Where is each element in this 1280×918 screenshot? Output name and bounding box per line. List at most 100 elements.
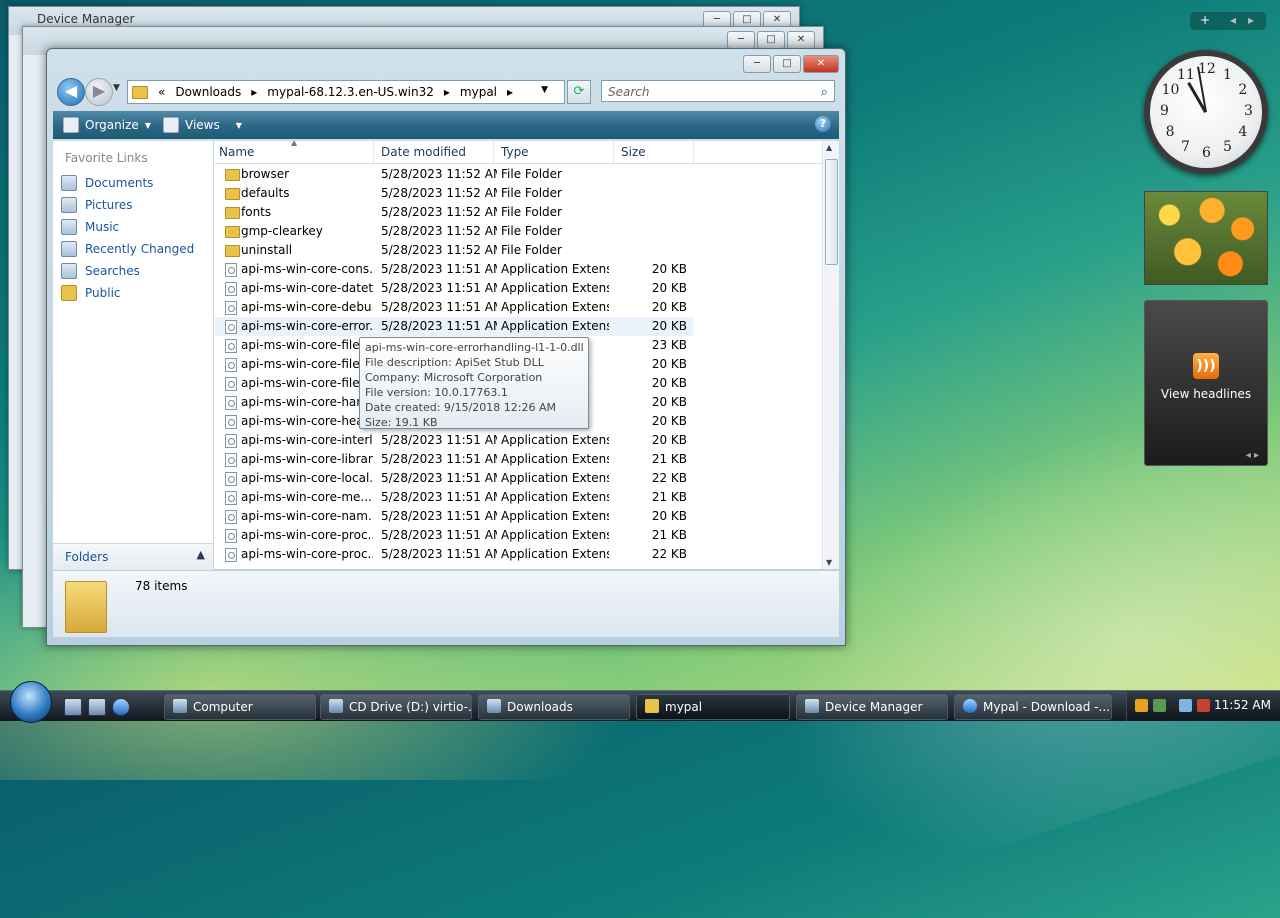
back-button[interactable]: ◀	[57, 78, 85, 106]
tooltip-size: Size: 19.1 KB	[365, 416, 438, 429]
chevron-down-icon: ▼	[235, 120, 242, 130]
window-title: Device Manager	[37, 12, 135, 26]
action-center-icon[interactable]	[1153, 699, 1166, 712]
help-icon[interactable]: ?	[815, 116, 831, 132]
switch-windows-icon[interactable]	[88, 698, 106, 716]
taskbar-button-cd-drive[interactable]: CD Drive (D:) virtio-...	[320, 694, 472, 720]
table-row[interactable]: browser 5/28/2023 11:52 AM File Folder	[215, 165, 693, 184]
folder-icon	[225, 226, 240, 238]
feed-nav-arrows[interactable]: ◂ ▸	[1246, 450, 1259, 461]
scrollbar-thumb[interactable]	[825, 159, 838, 265]
table-row[interactable]: api-ms-win-core-librar... 5/28/2023 11:51…	[215, 450, 693, 469]
nav-item-label: Recently Changed	[85, 242, 195, 256]
table-row[interactable]: defaults 5/28/2023 11:52 AM File Folder	[215, 184, 693, 203]
table-row[interactable]: api-ms-win-core-me... 5/28/2023 11:51 AM A…	[215, 488, 693, 507]
volume-muted-icon[interactable]	[1197, 699, 1210, 712]
search-input[interactable]: Search ⌕	[601, 80, 835, 102]
nav-item-recently-changed[interactable]: Recently Changed	[61, 239, 194, 259]
nav-item-label: Public	[85, 286, 121, 300]
start-button[interactable]	[10, 681, 52, 723]
table-row[interactable]: api-ms-win-core-debu... 5/28/2023 11:51 A…	[215, 298, 693, 317]
column-divider[interactable]	[493, 141, 494, 163]
column-header-size[interactable]: Size	[621, 145, 646, 159]
column-header-name[interactable]: Name	[219, 145, 254, 159]
nav-item-public[interactable]: Public	[61, 283, 121, 303]
show-desktop-icon[interactable]	[64, 698, 82, 716]
table-row[interactable]: uninstall 5/28/2023 11:52 AM File Folder	[215, 241, 693, 260]
breadcrumb-mypal[interactable]: mypal	[460, 85, 497, 99]
taskbar-button-mypal-download[interactable]: Mypal - Download -...	[954, 694, 1112, 720]
gadget-prev-button[interactable]: ◂	[1230, 13, 1236, 27]
minimize-button[interactable]: ─	[743, 55, 771, 73]
table-row[interactable]: api-ms-win-core-interl... 5/28/2023 11:51…	[215, 431, 693, 450]
feed-headlines-gadget[interactable]: ))) View headlines ◂ ▸	[1144, 300, 1268, 466]
maximize-button[interactable]: □	[773, 55, 801, 73]
close-button[interactable]: ✕	[787, 31, 815, 49]
table-row[interactable]: api-ms-win-core-cons... 5/28/2023 11:51 A…	[215, 260, 693, 279]
dll-file-icon	[225, 263, 237, 277]
recent-pages-dropdown[interactable]: ▼	[113, 83, 120, 93]
table-row[interactable]: api-ms-win-core-proc... 5/28/2023 11:51 A…	[215, 526, 693, 545]
table-row[interactable]: api-ms-win-core-local... 5/28/2023 11:51 …	[215, 469, 693, 488]
nav-item-searches[interactable]: Searches	[61, 261, 140, 281]
clock-numeral: 3	[1244, 103, 1253, 119]
system-clock[interactable]: 11:52 AM	[1214, 698, 1271, 712]
taskbar-button-device-manager[interactable]: Device Manager	[796, 694, 948, 720]
tooltip-company: Company: Microsoft Corporation	[365, 371, 543, 384]
address-dropdown-icon[interactable]: ▼	[541, 85, 548, 95]
forward-button[interactable]: ▶	[85, 78, 113, 106]
breadcrumb-separator[interactable]: ▸	[444, 85, 450, 99]
address-overflow[interactable]: «	[158, 85, 165, 99]
internet-explorer-icon[interactable]	[112, 698, 130, 716]
refresh-button[interactable]: ⟳	[567, 80, 591, 104]
table-row[interactable]: api-ms-win-core-nam... 5/28/2023 11:51 AM…	[215, 507, 693, 526]
column-divider[interactable]	[613, 141, 614, 163]
table-row[interactable]: api-ms-win-core-error... 5/28/2023 11:51 …	[215, 317, 693, 336]
column-divider[interactable]	[693, 141, 694, 163]
gadget-next-button[interactable]: ▸	[1248, 13, 1254, 27]
column-divider[interactable]	[373, 141, 374, 163]
organize-button[interactable]: Organize ▼	[63, 117, 151, 133]
breadcrumb-separator[interactable]: ▸	[507, 85, 513, 99]
file-name: gmp-clearkey	[241, 224, 323, 238]
column-header-date[interactable]: Date modified	[381, 145, 466, 159]
clock-gadget[interactable]: 12 1 2 3 4 5 6 7 8 9 10 11	[1144, 50, 1268, 174]
search-icon[interactable]: ⌕	[821, 82, 828, 104]
scroll-down-icon[interactable]: ▼	[826, 558, 832, 567]
file-name: api-ms-win-core-error...	[241, 319, 373, 333]
vertical-scrollbar[interactable]: ▲ ▼	[822, 141, 839, 569]
column-header-type[interactable]: Type	[501, 145, 529, 159]
file-size: 20 KB	[651, 319, 687, 333]
file-name: fonts	[241, 205, 272, 219]
taskbar-button-computer[interactable]: Computer	[164, 694, 316, 720]
breadcrumb-mypal-win32[interactable]: mypal-68.12.3.en-US.win32	[267, 85, 434, 99]
maximize-button[interactable]: □	[757, 31, 785, 49]
table-row[interactable]: fonts 5/28/2023 11:52 AM File Folder	[215, 203, 693, 222]
file-type: Application Extens...	[501, 471, 609, 485]
table-row[interactable]: gmp-clearkey 5/28/2023 11:52 AM File Folde…	[215, 222, 693, 241]
add-gadget-button[interactable]: +	[1200, 13, 1210, 27]
scroll-up-icon[interactable]: ▲	[826, 143, 832, 152]
slideshow-gadget[interactable]	[1144, 191, 1268, 285]
table-row[interactable]: api-ms-win-core-proc... 5/28/2023 11:51 A…	[215, 545, 693, 564]
security-shield-icon[interactable]	[1135, 699, 1148, 712]
nav-item-music[interactable]: Music	[61, 217, 119, 237]
taskbar-button-downloads[interactable]: Downloads	[478, 694, 630, 720]
view-headlines-link[interactable]: View headlines	[1145, 387, 1267, 401]
folders-toggle[interactable]: Folders ▲	[53, 543, 213, 570]
close-button[interactable]: ✕	[803, 55, 839, 73]
nav-item-documents[interactable]: Documents	[61, 173, 153, 193]
browser-icon	[963, 699, 977, 713]
breadcrumb-separator[interactable]: ▸	[251, 85, 257, 99]
file-name: api-ms-win-core-file-l	[241, 338, 368, 352]
network-icon[interactable]	[1179, 699, 1192, 712]
views-button[interactable]: Views ▼	[163, 117, 242, 133]
table-row[interactable]: api-ms-win-core-datet... 5/28/2023 11:51 …	[215, 279, 693, 298]
address-bar[interactable]: « Downloads ▸ mypal-68.12.3.en-US.win32 …	[127, 80, 565, 104]
file-size: 21 KB	[651, 528, 687, 542]
nav-item-pictures[interactable]: Pictures	[61, 195, 133, 215]
breadcrumb-downloads[interactable]: Downloads	[175, 85, 241, 99]
file-name: defaults	[241, 186, 290, 200]
minimize-button[interactable]: ─	[727, 31, 755, 49]
taskbar-button-mypal[interactable]: mypal	[636, 694, 790, 720]
